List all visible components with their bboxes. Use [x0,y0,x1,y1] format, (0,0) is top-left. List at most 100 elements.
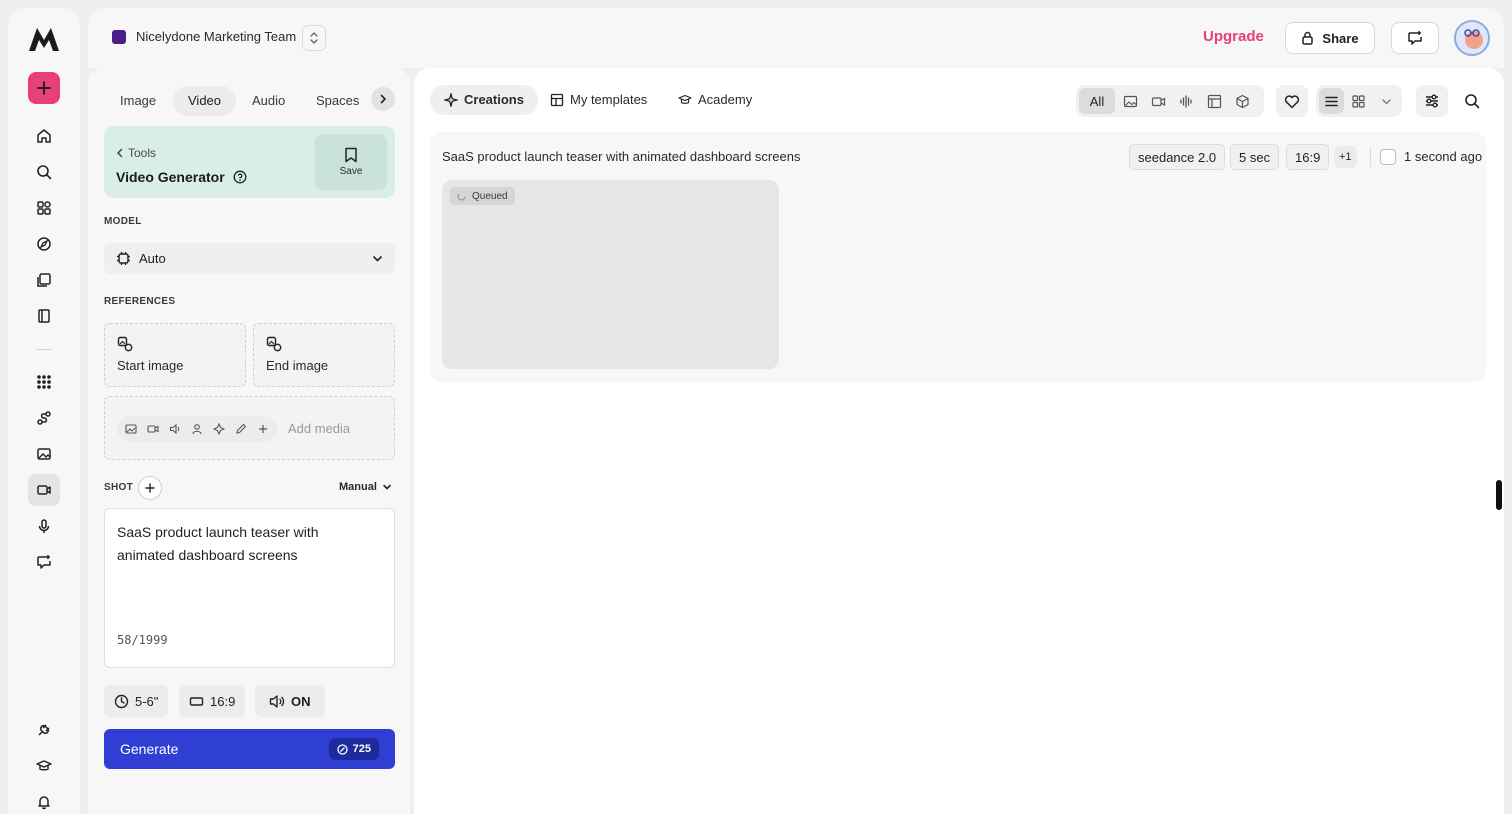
character-icon [186,418,208,440]
create-new-button[interactable] [28,72,60,104]
tab-video[interactable]: Video [173,86,237,116]
image-upload-icon [117,336,233,352]
add-shot-button[interactable] [138,476,162,500]
end-image-dropzone[interactable]: End image [253,323,395,387]
add-media-label: Add media [288,421,351,436]
more-tags-badge[interactable]: +1 [1334,146,1357,168]
filter-video-icon[interactable] [1145,88,1171,114]
duration-chip[interactable]: 5-6" [104,685,169,717]
top-header: Nicelydone Marketing Team Upgrade Share [88,8,1504,68]
start-image-dropzone[interactable]: Start image [104,323,246,387]
model-select[interactable]: Auto [104,243,395,274]
model-value: Auto [139,251,166,266]
references-section-label: REFERENCES [104,296,176,307]
rail-divider [36,349,52,350]
audio-value: ON [291,693,311,709]
help-icon[interactable] [233,170,247,184]
credits-icon [336,743,348,755]
tools-link-label: Tools [128,146,157,160]
select-checkbox[interactable] [1380,149,1396,165]
integrations-icon[interactable] [28,714,60,746]
tab-academy[interactable]: Academy [664,85,766,115]
chevron-down-icon[interactable] [1374,88,1399,114]
explore-icon[interactable] [28,228,60,260]
team-switcher-button[interactable] [302,25,326,51]
video-thumbnail-placeholder[interactable]: Queued [442,180,779,369]
video-icon [142,418,164,440]
save-button[interactable]: Save [315,134,387,190]
book-icon[interactable] [28,300,60,332]
generate-label: Generate [120,741,179,757]
aspect-ratio-value: 16:9 [210,693,236,709]
plus-icon [252,418,274,440]
audio-icon [164,418,186,440]
bookmark-icon [344,147,358,163]
aspect-tag: 16:9 [1286,144,1330,170]
video-generator-icon[interactable] [28,474,60,506]
character-count: 58/1999 [117,633,168,647]
creations-icon [444,93,458,107]
share-button[interactable]: Share [1285,22,1375,54]
chevron-left-icon [116,148,124,158]
left-rail [8,8,80,814]
end-image-label: End image [266,358,329,373]
user-avatar[interactable] [1454,20,1490,56]
aspect-ratio-icon [189,694,204,709]
creation-prompt[interactable]: SaaS product launch teaser with animated… [442,149,800,164]
back-to-tools-link[interactable]: Tools [116,146,156,160]
microphone-icon[interactable] [28,510,60,542]
upgrade-link[interactable]: Upgrade [1203,28,1264,45]
generate-button[interactable]: Generate 725 [104,729,395,769]
image-upload-icon [266,336,382,352]
shot-mode-value: Manual [339,481,377,493]
all-tools-icon[interactable] [28,366,60,398]
tab-creations[interactable]: Creations [430,85,538,115]
sliders-icon [1424,93,1440,109]
grid-view-icon[interactable] [1346,88,1371,114]
team-name[interactable]: Nicelydone Marketing Team [136,29,296,44]
tool-title-label: Video Generator [116,169,225,185]
add-media-dropzone[interactable]: Add media [104,396,395,460]
status-label: Queued [472,190,508,202]
clock-icon [114,694,129,709]
library-icon[interactable] [28,264,60,296]
apps-grid-icon[interactable] [28,192,60,224]
prompt-textarea[interactable]: SaaS product launch teaser with animated… [104,508,395,668]
notifications-icon[interactable] [28,786,60,814]
search-button[interactable] [1456,85,1488,117]
filter-all-button[interactable]: All [1079,88,1115,114]
feedback-icon[interactable] [28,546,60,578]
tab-spaces[interactable]: Spaces [301,86,374,116]
scrollbar-thumb[interactable] [1496,480,1502,510]
tab-my-templates[interactable]: My templates [536,85,661,115]
tab-image[interactable]: Image [105,86,171,116]
favorites-button[interactable] [1276,85,1308,117]
templates-icon [550,93,564,107]
prompt-text[interactable]: SaaS product launch teaser with animated… [117,521,367,567]
search-icon[interactable] [28,156,60,188]
aspect-ratio-chip[interactable]: 16:9 [179,685,246,717]
tabs-next-button[interactable] [371,87,395,111]
tab-audio[interactable]: Audio [237,86,300,116]
filters-settings-button[interactable] [1416,85,1448,117]
filter-template-icon[interactable] [1201,88,1227,114]
workflow-icon[interactable] [28,402,60,434]
audio-toggle-chip[interactable]: ON [255,685,325,717]
feedback-button[interactable] [1391,22,1439,54]
creation-card: SaaS product launch teaser with animated… [430,132,1486,382]
shot-mode-select[interactable]: Manual [339,481,392,493]
media-type-icons [117,416,277,442]
filter-3d-icon[interactable] [1229,88,1255,114]
list-view-icon[interactable] [1319,88,1345,114]
model-tag: seedance 2.0 [1129,144,1226,170]
home-icon[interactable] [28,120,60,152]
model-section-label: MODEL [104,216,142,227]
pencil-icon [230,418,252,440]
style-icon [208,418,230,440]
filter-image-icon[interactable] [1117,88,1143,114]
filter-audio-icon[interactable] [1173,88,1199,114]
app-logo[interactable] [28,26,60,52]
view-mode-group [1316,85,1402,117]
academy-icon[interactable] [28,750,60,782]
image-generator-icon[interactable] [28,438,60,470]
